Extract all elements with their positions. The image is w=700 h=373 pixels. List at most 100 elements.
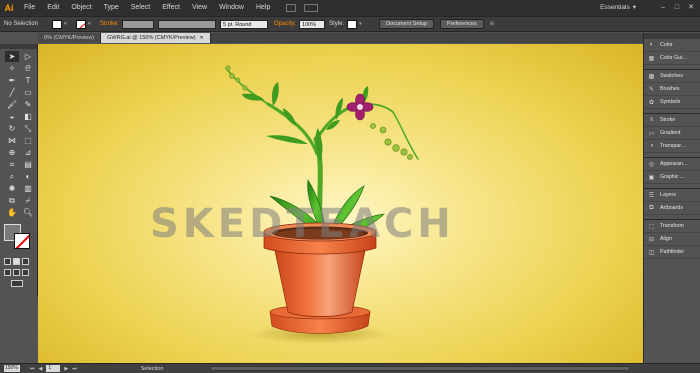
direct-selection-tool-icon[interactable]: ▷ [21,51,35,62]
eraser-tool-icon[interactable]: ◧ [21,111,35,122]
slice-tool-icon[interactable]: ⌿ [21,195,35,206]
menu-help[interactable]: Help [250,0,276,16]
draw-behind-icon[interactable] [13,269,20,276]
workspace-switcher[interactable]: Essentials [596,3,640,13]
panel-label: Transpar... [660,143,686,149]
panel-transparency[interactable]: ◑ Transpar... [644,140,700,153]
panel-label: Stroke [660,117,676,123]
menu-effect[interactable]: Effect [156,0,186,16]
paintbrush-tool-icon[interactable]: 🖌 [5,99,19,110]
tab-document-active[interactable]: GWRG.ai @ 150% (CMYK/Preview) ✕ [101,33,211,43]
symbol-sprayer-tool-icon[interactable]: ✺ [5,183,19,194]
panel-artboards[interactable]: ⧉ Artboards [644,202,700,215]
menu-edit[interactable]: Edit [41,0,65,16]
panel-label: Color Gui... [660,55,687,61]
transform-icon: ⬚ [648,223,655,230]
style-dropdown-icon[interactable]: ▾ [359,20,365,29]
first-artboard-icon[interactable]: ⏮ [30,366,35,372]
menu-object[interactable]: Object [65,0,97,16]
panel-transform[interactable]: ⬚ Transform [644,220,700,233]
variable-width-profile[interactable] [158,19,217,29]
width-tool-icon[interactable]: ⋈ [5,135,19,146]
close-button[interactable]: ✕ [686,3,696,12]
horizontal-scrollbar[interactable] [210,366,630,371]
scale-tool-icon[interactable]: ⤡ [21,123,35,134]
panel-brushes[interactable]: ✎ Brushes [644,83,700,96]
pot-body [273,245,367,317]
menu-window[interactable]: Window [213,0,250,16]
panel-gradient[interactable]: ▭ Gradient [644,127,700,140]
panel-graphic-styles[interactable]: ▣ Graphic ... [644,171,700,184]
magic-wand-tool-icon[interactable]: ✧ [5,63,19,74]
artboard-tool-icon[interactable]: ⧉ [5,195,19,206]
rectangle-tool-icon[interactable]: ▭ [21,87,35,98]
panel-appearance[interactable]: ◎ Appearan... [644,158,700,171]
watermark-text: SKEDTEACH [150,201,455,247]
fill-swatch[interactable] [52,19,63,29]
panel-color[interactable]: ◐ Color [644,39,700,52]
graphic-style-swatch[interactable] [347,19,358,29]
close-tab-icon[interactable]: ✕ [200,33,204,43]
screen-mode-icon[interactable] [11,280,23,287]
next-artboard-icon[interactable]: ▶ [64,366,68,372]
menu-view[interactable]: View [186,0,213,16]
gradient-mode-icon[interactable] [13,258,20,265]
stroke-label[interactable]: Stroke: [100,21,119,27]
panel-layers[interactable]: ☰ Layers [644,189,700,202]
blob-brush-tool-icon[interactable]: ◒ [5,111,19,122]
panel-align[interactable]: ⊟ Align [644,233,700,246]
zoom-tool-icon[interactable]: 🔍︎ [21,207,35,218]
opacity-label[interactable]: Opacity: [274,21,296,27]
maximize-button[interactable]: □ [672,3,682,12]
menu-file[interactable]: File [18,0,41,16]
last-artboard-icon[interactable]: ⏭ [72,366,77,372]
gradient-tool-icon[interactable]: ▤ [21,159,35,170]
blend-tool-icon[interactable]: ◐ [21,171,35,182]
panel-swatches[interactable]: ▩ Swatches [644,70,700,83]
type-tool-icon[interactable]: T [21,75,35,86]
panel-label: Gradient [660,130,681,136]
brush-definition-field[interactable]: 5 pt. Round [220,19,269,29]
none-mode-icon[interactable] [22,258,29,265]
artboard-number-field[interactable]: 1 [46,365,61,372]
zoom-field[interactable]: 150% [4,365,20,372]
previous-artboard-icon[interactable]: ◀ [39,366,43,372]
document-setup-button[interactable]: Document Setup [379,19,435,29]
eyedropper-tool-icon[interactable]: ⌕ [5,171,19,182]
panel-stroke[interactable]: ≡ Stroke [644,114,700,127]
selection-tool-icon[interactable]: ➤ [5,51,19,62]
column-graph-tool-icon[interactable]: ▥ [21,183,35,194]
mesh-tool-icon[interactable]: ⌗ [5,159,19,170]
stroke-color-box[interactable] [14,233,30,249]
stroke-weight-field[interactable] [122,19,155,29]
panel-symbols[interactable]: ✿ Symbols [644,96,700,109]
preferences-button[interactable]: Preferences [440,19,484,29]
pen-tool-icon[interactable]: ✒ [5,75,19,86]
fill-dropdown-icon[interactable]: ▾ [64,20,70,29]
menu-type[interactable]: Type [98,0,125,16]
draw-normal-icon[interactable] [4,269,11,276]
menu-select[interactable]: Select [125,0,156,16]
line-tool-icon[interactable]: ╱ [5,87,19,98]
color-icon: ◐ [649,42,654,48]
stroke-swatch[interactable] [76,19,87,29]
rotate-tool-icon[interactable]: ↻ [5,123,19,134]
opacity-field[interactable]: 100% [299,19,326,29]
color-mode-icon[interactable] [4,258,11,265]
hand-tool-icon[interactable]: ✋ [5,207,19,218]
panel-pathfinder[interactable]: ◫ Pathfinder [644,246,700,259]
panel-color-guide[interactable]: ▦ Color Gui... [644,52,700,65]
bridge-icon[interactable] [286,4,297,12]
draw-inside-icon[interactable] [22,269,29,276]
perspective-grid-tool-icon[interactable]: ⊿ [21,147,35,158]
artboard-canvas[interactable]: SKEDTEACH [38,44,643,363]
lasso-tool-icon[interactable]: ᘓ [21,63,35,74]
align-options-icon[interactable]: ⊞ [490,20,502,29]
free-transform-tool-icon[interactable]: ⬚ [21,135,35,146]
minimize-button[interactable]: – [658,3,668,12]
stroke-dropdown-icon[interactable]: ▾ [88,20,94,29]
shape-builder-tool-icon[interactable]: ⊕ [5,147,19,158]
pencil-tool-icon[interactable]: ✎ [21,99,35,110]
arrange-documents-icon[interactable] [304,4,319,12]
tab-document-1[interactable]: 0% (CMYK/Preview) [38,33,102,43]
